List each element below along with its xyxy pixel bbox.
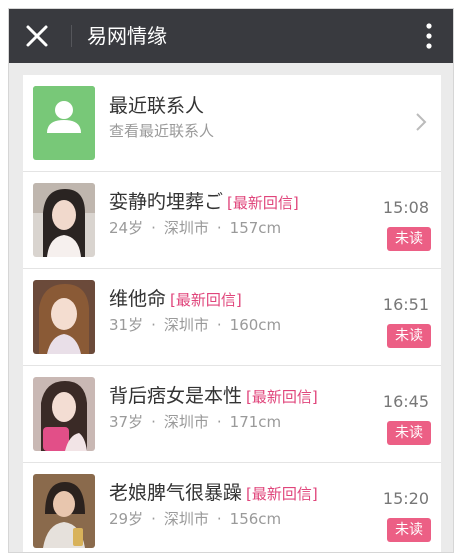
message-time: 16:45	[382, 392, 429, 411]
meta-separator: ·	[151, 316, 156, 334]
contact-meta: 29岁 · 深圳市 · 156cm	[109, 508, 281, 529]
contact-height: 171cm	[229, 413, 282, 431]
contact-age: 29岁	[109, 510, 144, 528]
meta-separator: ·	[216, 316, 222, 334]
meta-separator: ·	[151, 510, 156, 528]
avatar	[33, 183, 95, 257]
meta-separator: ·	[216, 219, 222, 237]
unread-badge: 未读	[387, 421, 431, 445]
contact-name: 娈静旳埋葬ご	[109, 191, 224, 213]
avatar	[33, 474, 95, 548]
contact-name-line: 维他命 [最新回信]	[109, 284, 242, 311]
meta-separator: ·	[216, 510, 222, 528]
contact-row[interactable]: 背后痞女是本性 [最新回信] 37岁 · 深圳市 · 171cm 16:45 未读	[23, 366, 441, 463]
unread-badge: 未读	[387, 324, 431, 348]
chevron-right-icon[interactable]	[413, 110, 429, 134]
new-reply-tag: [最新回信]	[170, 291, 242, 309]
page-title: 易网情缘	[87, 24, 167, 48]
new-reply-tag: [最新回信]	[227, 194, 299, 212]
contact-name: 老娘脾气很暴躁	[109, 482, 243, 504]
contact-row[interactable]: 老娘脾气很暴躁 [最新回信] 29岁 · 深圳市 · 156cm 15:20 未读	[23, 463, 441, 552]
contact-name: 维他命	[109, 288, 167, 310]
meta-separator: ·	[216, 413, 222, 431]
contact-list: 最近联系人 查看最近联系人 娈静旳埋葬ご [最新回信] 24岁 · 深圳市 · …	[23, 75, 441, 552]
person-icon	[33, 86, 95, 148]
title-bar: 易网情缘	[9, 9, 453, 63]
recent-contacts-row[interactable]: 最近联系人 查看最近联系人	[23, 75, 441, 172]
more-button[interactable]	[417, 20, 441, 52]
unread-badge: 未读	[387, 518, 431, 542]
recent-contacts-subtitle: 查看最近联系人	[109, 122, 215, 140]
message-time: 15:20	[382, 489, 429, 508]
contact-name-line: 老娘脾气很暴躁 [最新回信]	[109, 478, 318, 505]
contact-city: 深圳市	[163, 219, 209, 237]
contact-height: 157cm	[229, 219, 282, 237]
contact-name: 背后痞女是本性	[109, 385, 243, 407]
contact-meta: 31岁 · 深圳市 · 160cm	[109, 314, 281, 335]
new-reply-tag: [最新回信]	[246, 388, 318, 406]
contact-height: 160cm	[229, 316, 282, 334]
contact-city: 深圳市	[163, 510, 209, 528]
contact-row[interactable]: 娈静旳埋葬ご [最新回信] 24岁 · 深圳市 · 157cm 15:08 未读	[23, 172, 441, 269]
contact-city: 深圳市	[163, 413, 209, 431]
contact-age: 24岁	[109, 219, 144, 237]
contact-name-line: 娈静旳埋葬ご [最新回信]	[109, 187, 299, 214]
new-reply-tag: [最新回信]	[246, 485, 318, 503]
message-time: 16:51	[382, 295, 429, 314]
recent-contacts-title: 最近联系人	[109, 95, 205, 117]
contact-name-line: 背后痞女是本性 [最新回信]	[109, 381, 318, 408]
contact-meta: 37岁 · 深圳市 · 171cm	[109, 411, 281, 432]
contact-age: 37岁	[109, 413, 144, 431]
app-frame: 易网情缘 最近联系人 查看最近联系人 娈静旳埋葬ご [最新回信] 24岁 · 深…	[8, 8, 454, 553]
meta-separator: ·	[151, 219, 156, 237]
more-vertical-icon	[426, 23, 432, 49]
contact-height: 156cm	[229, 510, 282, 528]
unread-badge: 未读	[387, 227, 431, 251]
contact-city: 深圳市	[163, 316, 209, 334]
meta-separator: ·	[151, 413, 156, 431]
contact-meta: 24岁 · 深圳市 · 157cm	[109, 217, 281, 238]
message-time: 15:08	[382, 198, 429, 217]
contact-age: 31岁	[109, 316, 144, 334]
recent-contacts-avatar	[33, 86, 95, 160]
close-icon	[26, 25, 48, 47]
avatar	[33, 280, 95, 354]
avatar	[33, 377, 95, 451]
title-divider	[71, 25, 72, 47]
close-button[interactable]	[21, 20, 53, 52]
contact-row[interactable]: 维他命 [最新回信] 31岁 · 深圳市 · 160cm 16:51 未读	[23, 269, 441, 366]
